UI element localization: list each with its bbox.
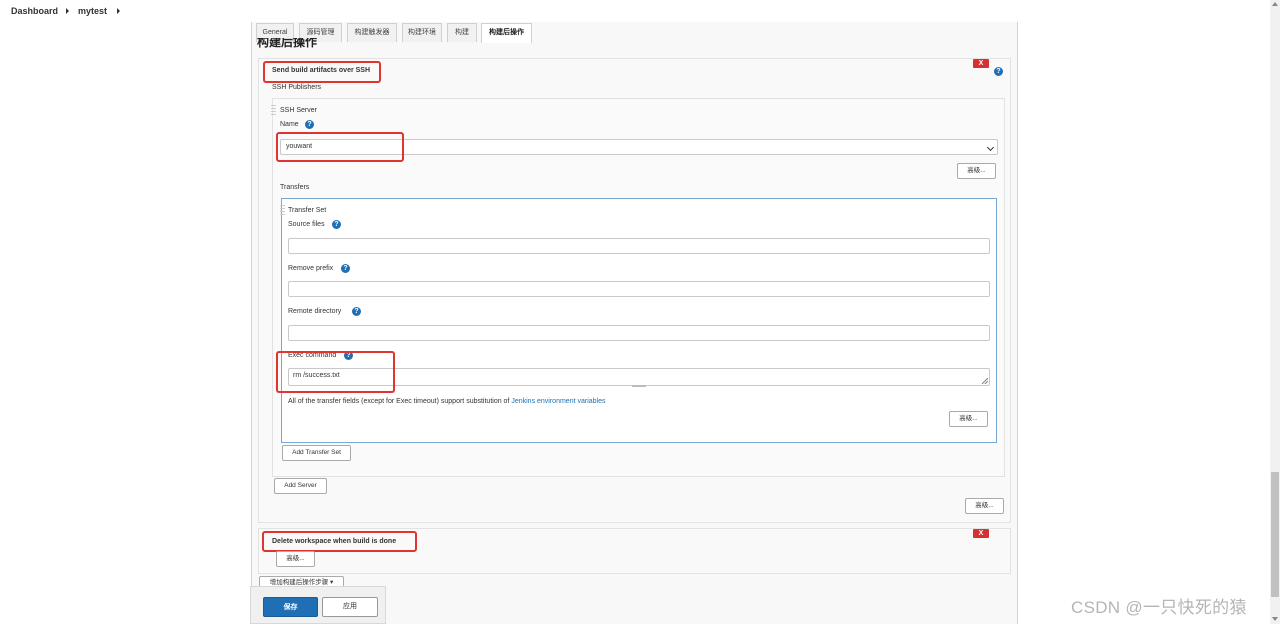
jenkins-env-vars-link[interactable]: Jenkins environment variables	[511, 398, 605, 405]
resize-grip-icon[interactable]	[982, 378, 988, 384]
delete-workspace-remove-button[interactable]: X	[973, 529, 989, 538]
highlight-server-name	[276, 132, 404, 162]
substitution-note-text: All of the transfer fields (except for E…	[288, 398, 512, 405]
tab-triggers[interactable]: 构建触发器	[347, 23, 397, 42]
save-button[interactable]: 保存	[263, 597, 318, 617]
help-icon[interactable]: ?	[305, 120, 314, 129]
highlight-ssh-title	[263, 61, 381, 83]
server-advanced-button[interactable]: 高级...	[957, 163, 996, 179]
drag-handle-icon[interactable]	[271, 105, 276, 116]
transfer-advanced-button[interactable]: 高级...	[949, 411, 988, 427]
ssh-advanced-button[interactable]: 高级...	[965, 498, 1004, 514]
help-icon[interactable]: ?	[994, 67, 1003, 76]
apply-button[interactable]: 应用	[322, 597, 378, 617]
transfer-set-box	[281, 198, 997, 443]
drag-handle-icon[interactable]	[280, 205, 285, 216]
textarea-expand-handle[interactable]	[632, 385, 646, 387]
tab-build-env[interactable]: 构建环境	[402, 23, 442, 42]
scrollbar-thumb[interactable]	[1271, 472, 1279, 597]
breadcrumb-mytest[interactable]: mytest	[78, 6, 107, 16]
help-icon[interactable]: ?	[332, 220, 341, 229]
chevron-down-icon	[986, 143, 995, 152]
ssh-publishers-label: SSH Publishers	[272, 84, 322, 91]
highlight-exec-command	[276, 351, 395, 393]
tab-build[interactable]: 构建	[447, 23, 477, 42]
remote-directory-input[interactable]	[288, 325, 990, 341]
source-files-label: Source files	[288, 221, 325, 228]
section-title: 构建后操作	[257, 38, 318, 48]
add-transfer-set-button[interactable]: Add Transfer Set	[282, 445, 351, 461]
add-server-button[interactable]: Add Server	[274, 478, 327, 494]
tab-post-build[interactable]: 构建后操作	[481, 23, 532, 43]
remove-prefix-input[interactable]	[288, 281, 990, 297]
help-icon[interactable]: ?	[352, 307, 361, 316]
highlight-delete-workspace	[262, 531, 417, 552]
help-icon[interactable]: ?	[341, 264, 350, 273]
breadcrumb: Dashboard mytest	[0, 0, 1280, 22]
breadcrumb-separator-icon[interactable]	[117, 8, 120, 14]
breadcrumb-separator-icon[interactable]	[66, 8, 69, 14]
name-label: Name	[280, 121, 299, 128]
breadcrumb-dashboard[interactable]: Dashboard	[11, 6, 58, 16]
delete-ssh-plugin-button[interactable]: X	[973, 59, 989, 68]
source-files-input[interactable]	[288, 238, 990, 254]
scroll-down-icon[interactable]	[1272, 617, 1278, 621]
transfers-label: Transfers	[280, 184, 310, 191]
watermark: CSDN @一只快死的猿	[1071, 598, 1247, 617]
remote-directory-label: Remote directory	[288, 308, 342, 315]
transfer-set-label: Transfer Set	[288, 207, 327, 214]
substitution-note: All of the transfer fields (except for E…	[288, 398, 606, 405]
ssh-server-label: SSH Server	[280, 107, 317, 114]
remove-prefix-label: Remove prefix	[288, 265, 334, 272]
scroll-up-icon[interactable]	[1272, 2, 1278, 6]
delete-workspace-advanced-button[interactable]: 高级...	[276, 551, 315, 567]
